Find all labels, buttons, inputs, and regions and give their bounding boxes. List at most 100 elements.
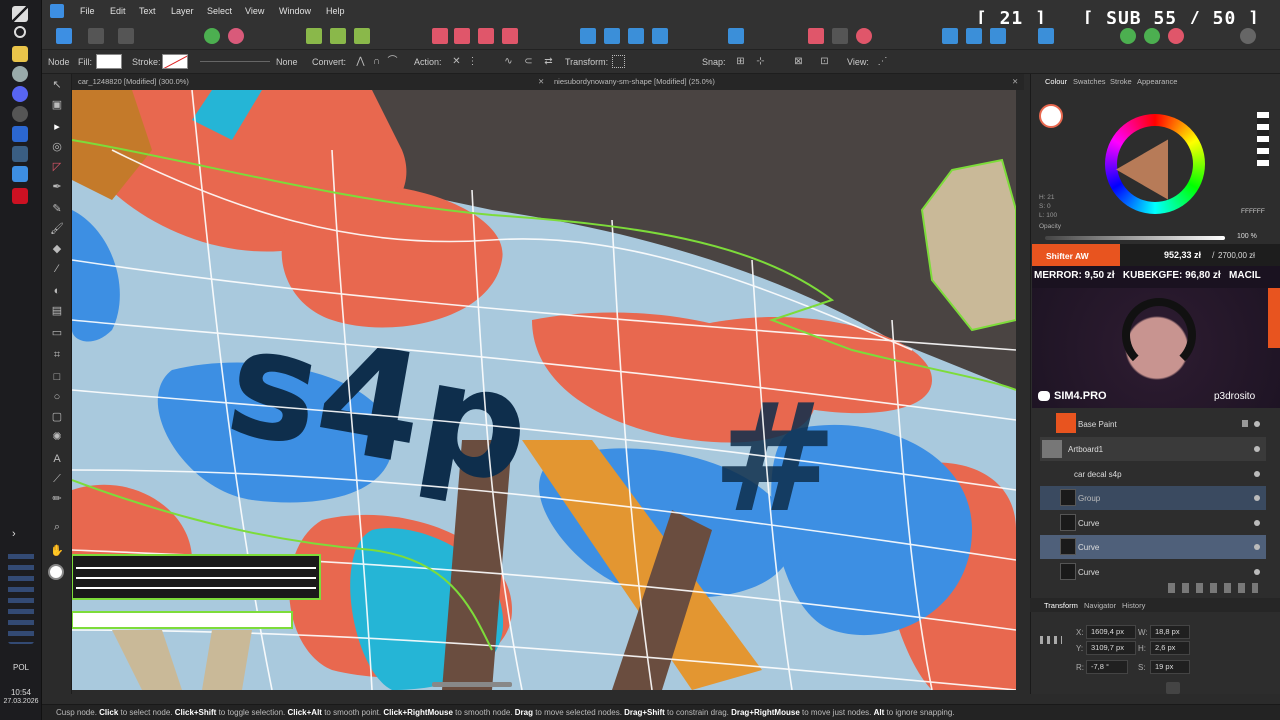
menu-text[interactable]: Text	[139, 6, 156, 16]
opacity-slider[interactable]	[1045, 236, 1225, 240]
place-image-icon[interactable]: ▭	[50, 326, 64, 340]
rectangle-tool-icon[interactable]: □	[50, 370, 64, 384]
layer-row[interactable]: Curve	[1040, 560, 1266, 584]
app2-icon[interactable]	[12, 188, 28, 204]
constraints-icon[interactable]	[808, 28, 824, 44]
tab-history[interactable]: History	[1122, 601, 1145, 610]
boolean-xor-icon[interactable]	[502, 28, 518, 44]
action-join-icon[interactable]: ⊂	[522, 55, 535, 68]
pixel-brush-icon[interactable]: ✏	[50, 492, 64, 506]
shear-field[interactable]: 19 px	[1150, 660, 1190, 674]
close-tab-icon[interactable]: ✕	[538, 77, 544, 86]
clock-date[interactable]: 27.03.2026	[0, 698, 42, 705]
chrome-icon[interactable]	[12, 66, 28, 82]
snap-mode-a-icon[interactable]: ⊞	[734, 55, 747, 68]
snapping-icon[interactable]	[832, 28, 848, 44]
ellipse-tool-icon[interactable]: ○	[50, 390, 64, 404]
visibility-icon[interactable]	[1254, 544, 1260, 550]
w-field[interactable]: 18,8 px	[1150, 625, 1190, 639]
stroke-width-slider[interactable]	[200, 61, 270, 62]
tab-navigator[interactable]: Navigator	[1084, 601, 1116, 610]
studio-c-icon[interactable]	[1168, 28, 1184, 44]
crop-tool-icon[interactable]: ⌗	[50, 348, 64, 362]
anchor-icon[interactable]	[1040, 636, 1062, 644]
document-canvas[interactable]: s4p #	[72, 90, 1016, 690]
snap-a-icon[interactable]	[306, 28, 322, 44]
lang-indicator[interactable]: POL	[0, 663, 42, 672]
convert-sharp-icon[interactable]: ⋀	[354, 55, 367, 68]
stroke-swatch[interactable]	[162, 54, 188, 69]
tab-car-document[interactable]: car_1248820 [Modified] (300.0%)	[78, 77, 189, 86]
canvas-artwork[interactable]: s4p #	[72, 90, 1016, 690]
visibility-icon[interactable]	[1254, 495, 1260, 501]
lock-icon[interactable]	[1242, 420, 1248, 427]
gradient-tool-icon[interactable]: ◐	[50, 284, 64, 298]
action-close-icon[interactable]: ⋮	[466, 55, 479, 68]
artboard-tool-icon[interactable]: ▣	[50, 98, 64, 112]
convert-smart-icon[interactable]: ⌒	[386, 55, 399, 68]
tab-shape-document[interactable]: niesubordynowany-sm-shape [Modified] (25…	[554, 77, 715, 86]
snap-mode-d-icon[interactable]: ⊡	[818, 55, 831, 68]
steam-icon[interactable]	[12, 146, 28, 162]
tab-colour[interactable]: Colour	[1045, 77, 1067, 86]
view-tool-icon[interactable]: ✋	[50, 544, 64, 558]
eyedropper-tool-icon[interactable]: ⟋	[50, 472, 64, 486]
menu-edit[interactable]: Edit	[110, 6, 126, 16]
pencil-tool-icon[interactable]: ✎	[50, 202, 64, 216]
boolean-intersect-icon[interactable]	[478, 28, 494, 44]
affinity-logo-icon[interactable]	[50, 4, 64, 18]
rounded-rect-tool-icon[interactable]: ▢	[50, 410, 64, 424]
transform-mode-icon[interactable]	[612, 55, 625, 68]
corner-tool-icon[interactable]: ◸	[50, 160, 64, 174]
fill-swatch[interactable]	[96, 54, 122, 69]
layer-row[interactable]: Base Paint	[1040, 412, 1266, 436]
action-smooth-icon[interactable]: ∿	[502, 55, 515, 68]
menu-window[interactable]: Window	[279, 6, 311, 16]
visibility-icon[interactable]	[1254, 520, 1260, 526]
snap-b-icon[interactable]	[330, 28, 346, 44]
text-tool-icon[interactable]: A	[50, 452, 64, 466]
y-field[interactable]: 3109,7 px	[1086, 641, 1136, 655]
node-tool-icon[interactable]: ▸	[50, 120, 64, 134]
menu-file[interactable]: File	[80, 6, 95, 16]
tab-appearance[interactable]: Appearance	[1137, 77, 1177, 86]
fill-stroke-well[interactable]	[48, 564, 64, 580]
tab-stroke[interactable]: Stroke	[1110, 77, 1132, 86]
layer-row[interactable]: Artboard1	[1040, 437, 1266, 461]
eyedropper-icon[interactable]	[1039, 104, 1063, 128]
affinity-designer-icon[interactable]	[12, 166, 28, 182]
studio-b-icon[interactable]	[1144, 28, 1160, 44]
layers-footer-icons[interactable]	[1168, 583, 1258, 593]
search-icon[interactable]	[14, 26, 26, 38]
layer-row[interactable]: Curve	[1040, 535, 1266, 559]
flip-v-icon[interactable]	[604, 28, 620, 44]
visibility-icon[interactable]	[1254, 471, 1260, 477]
opacity-value[interactable]: 100 %	[1237, 233, 1257, 240]
user-icon[interactable]	[1240, 28, 1256, 44]
view-mode-icon[interactable]: ⋰	[876, 55, 889, 68]
zoom-tool-icon[interactable]: ⌕	[50, 520, 64, 534]
settings-icon[interactable]	[204, 28, 220, 44]
hex-input[interactable]: FFFFFF	[1241, 208, 1265, 215]
transform-options-icon[interactable]	[1166, 682, 1180, 694]
arrange-b-icon[interactable]	[966, 28, 982, 44]
menu-help[interactable]: Help	[326, 6, 345, 16]
vector-brush-icon[interactable]: 🖌	[50, 222, 64, 236]
paint-brush-icon[interactable]: ⁄	[50, 262, 64, 276]
menu-select[interactable]: Select	[207, 6, 232, 16]
flip-h-icon[interactable]	[580, 28, 596, 44]
menu-view[interactable]: View	[245, 6, 264, 16]
x-field[interactable]: 1609,4 px	[1086, 625, 1136, 639]
close-tab-icon[interactable]: ✕	[1012, 77, 1018, 86]
studio-a-icon[interactable]	[1120, 28, 1136, 44]
tab-transform[interactable]: Transform	[1044, 601, 1078, 610]
fill-tool-icon[interactable]: ◆	[50, 242, 64, 256]
transparency-tool-icon[interactable]: ▤	[50, 304, 64, 318]
action-reverse-icon[interactable]: ⇄	[542, 55, 555, 68]
arrange-c-icon[interactable]	[990, 28, 1006, 44]
colour-wheel[interactable]	[1105, 114, 1205, 214]
windows-start-icon[interactable]	[12, 6, 28, 22]
chevron-right-icon[interactable]: ›	[12, 528, 28, 544]
designer-persona-icon[interactable]	[56, 28, 72, 44]
h-field[interactable]: 2,6 px	[1150, 641, 1190, 655]
